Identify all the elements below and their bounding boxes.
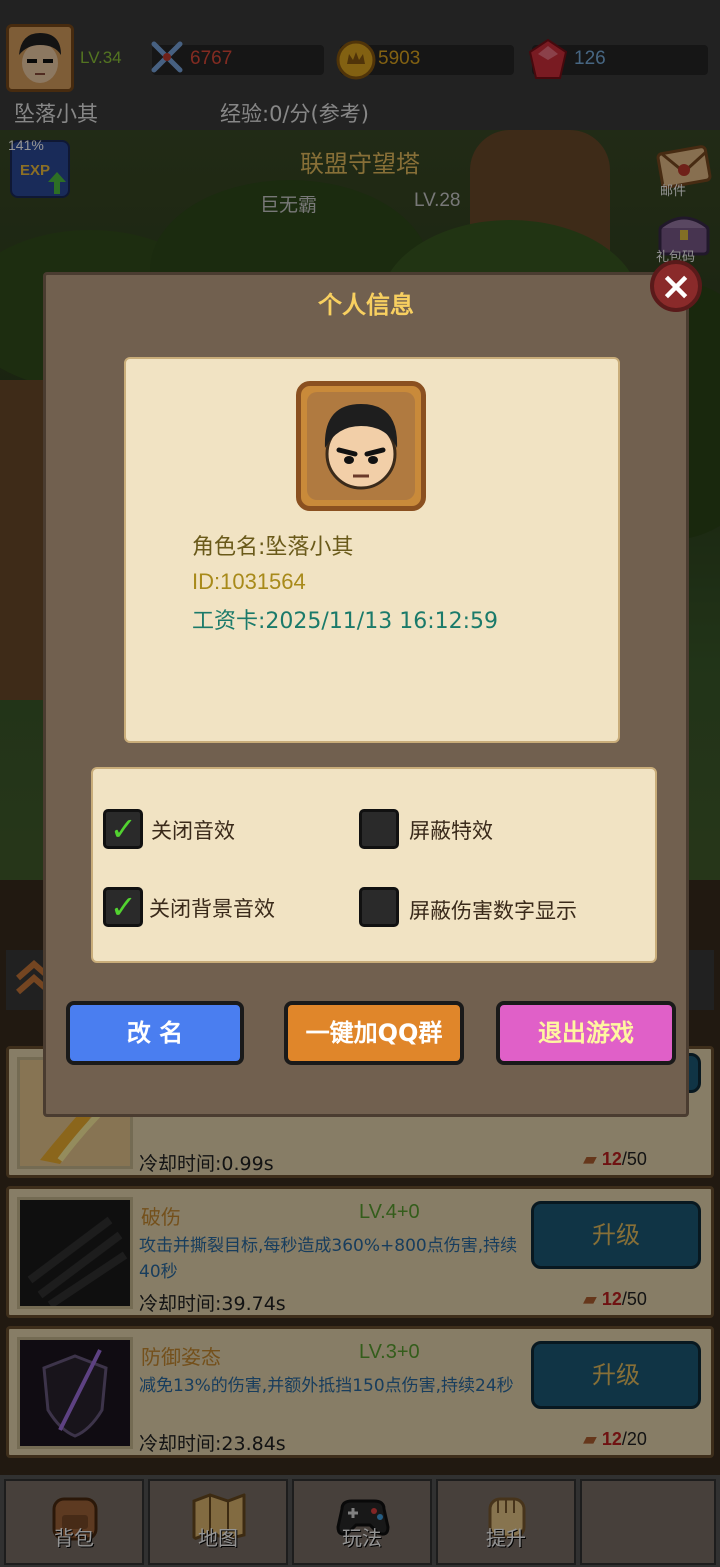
hide-damage-numbers-label: 屏蔽伤害数字显示 — [409, 899, 577, 923]
hide-effects-checkbox[interactable] — [359, 809, 399, 849]
role-name: 角色名:坠落小其 — [192, 535, 354, 560]
mute-sfx-checkbox[interactable]: ✓ — [103, 809, 143, 849]
checkmark-icon: ✓ — [110, 810, 137, 848]
profile-portrait — [296, 381, 426, 511]
profile-dialog: 个人信息 角色名:坠落小其 ID:1031564 工资卡:2025/11/13 … — [43, 272, 689, 1117]
rename-button[interactable]: 改 名 — [66, 1001, 244, 1065]
close-dialog-button[interactable]: × — [650, 260, 702, 312]
mute-bgm-label: 关闭背景音效 — [149, 897, 275, 921]
dialog-title: 个人信息 — [318, 291, 414, 319]
join-qq-group-button[interactable]: 一键加QQ群 — [284, 1001, 464, 1065]
mute-bgm-checkbox[interactable]: ✓ — [103, 887, 143, 927]
salary-card: 工资卡:2025/11/13 16:12:59 — [192, 609, 499, 634]
checkmark-icon: ✓ — [110, 888, 137, 926]
player-id: ID:1031564 — [192, 569, 306, 594]
settings-panel: ✓ 关闭音效 屏蔽特效 ✓ 关闭背景音效 屏蔽伤害数字显示 — [91, 767, 657, 963]
exit-game-button[interactable]: 退出游戏 — [496, 1001, 676, 1065]
close-icon: × — [660, 264, 692, 308]
profile-info-panel: 角色名:坠落小其 ID:1031564 工资卡:2025/11/13 16:12… — [124, 357, 620, 743]
hide-effects-label: 屏蔽特效 — [409, 819, 493, 843]
hide-damage-numbers-checkbox[interactable] — [359, 887, 399, 927]
mute-sfx-label: 关闭音效 — [151, 819, 235, 843]
hero-face-icon — [307, 392, 415, 500]
